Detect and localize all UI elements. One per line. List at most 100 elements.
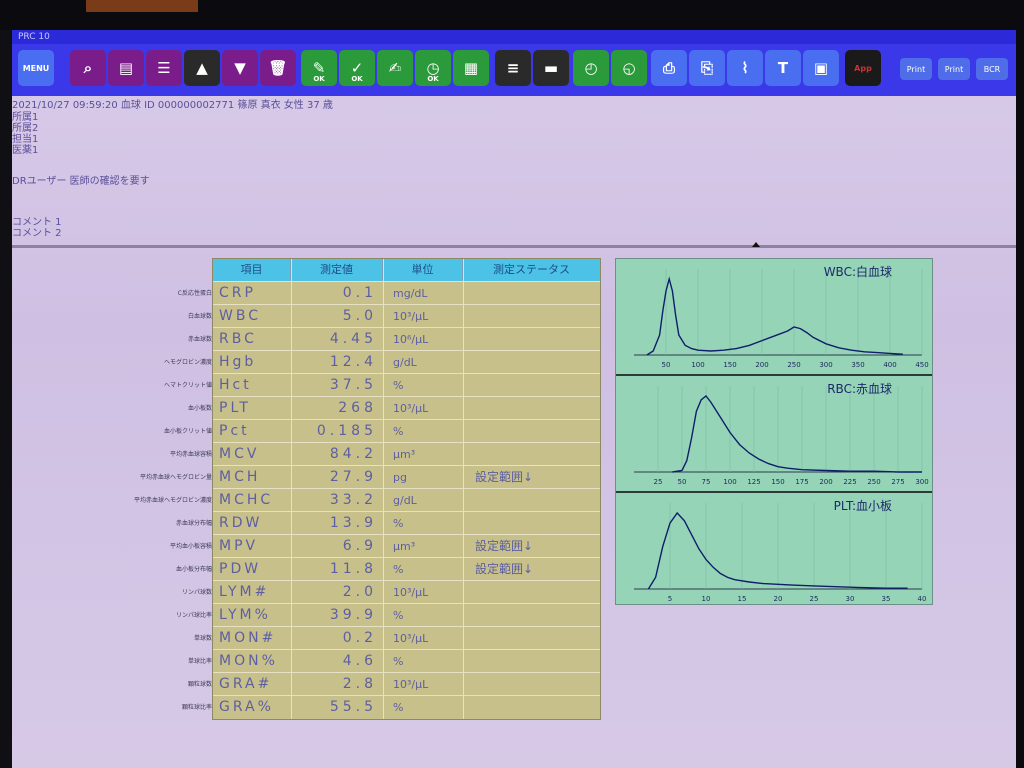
table-row[interactable]: MON# 0.2 10³/μL: [213, 626, 600, 650]
cell-item: Hct: [219, 377, 252, 393]
table-row[interactable]: MPV 6.9 μm³ 設定範囲↓: [213, 534, 600, 558]
search-button[interactable]: ⌕: [70, 50, 106, 86]
table-row[interactable]: MON% 4.6%: [213, 649, 600, 673]
pane-divider[interactable]: [12, 245, 1016, 248]
cell-value: 39.9: [329, 607, 377, 623]
cell-value: 5.0: [342, 308, 377, 324]
cell-value: 6.9: [342, 538, 377, 554]
cell-value: 2.0: [342, 584, 377, 600]
table-button[interactable]: ≡: [495, 50, 531, 86]
table-row[interactable]: MCH 27.9 pg 設定範囲↓: [213, 465, 600, 489]
table-row[interactable]: WBC 5.0 10³/μL: [213, 304, 600, 328]
cell-unit: g/dL: [393, 356, 417, 369]
cell-item: GRA%: [219, 699, 274, 715]
grid-button[interactable]: ▦: [453, 50, 489, 86]
cell-value: 2.8: [342, 676, 377, 692]
approve-button-1[interactable]: ✎ OK: [301, 50, 337, 86]
cell-status: 設定範囲↓: [475, 562, 534, 576]
table-row[interactable]: MCHC 33.2 g/dL: [213, 488, 600, 512]
histogram-tick-label: 10: [702, 595, 711, 603]
cell-item: RDW: [219, 515, 263, 531]
row-label: 平均赤血球容積: [169, 451, 212, 458]
cell-value: 55.5: [329, 699, 377, 715]
histogram-curve: [672, 395, 922, 473]
row-label: 平均赤血球ヘモグロビン量: [139, 474, 212, 481]
histogram-tick-label: 5: [668, 595, 672, 603]
table-row[interactable]: PLT 268 10³/μL: [213, 396, 600, 420]
histogram-tick-label: 225: [843, 478, 856, 486]
row-label: ヘマトクリット値: [163, 382, 212, 389]
cell-value: 0.1: [342, 285, 377, 301]
approve-1-label: OK: [313, 75, 325, 83]
delete-button[interactable]: 🗑: [260, 50, 296, 86]
divider-caret-icon: [752, 242, 760, 247]
toolbar: MENU ⌕ ▤ ☰ ▲ ▼ 🗑 ✎ OK ✓ OK ✍ ◷ OK ▦ ≡ ▬ ◴ ◵…: [12, 44, 1016, 96]
monitor-bezel-right: [1016, 0, 1024, 768]
table-row[interactable]: GRA% 55.5%: [213, 695, 600, 719]
approve-button-2[interactable]: ✓ OK: [339, 50, 375, 86]
cell-value: 4.45: [329, 331, 377, 347]
attach-button[interactable]: ⌇: [727, 50, 763, 86]
table-row[interactable]: RBC 4.45 10⁶/μL: [213, 327, 600, 351]
table-row[interactable]: LYM# 2.0 10³/μL: [213, 580, 600, 604]
trash-icon: 🗑: [268, 59, 288, 77]
cell-value: 11.8: [329, 561, 377, 577]
rbc-histogram-title: RBC:赤血球: [827, 382, 892, 396]
monitor-icon: ▤: [118, 59, 134, 77]
menu-label: MENU: [22, 63, 50, 73]
app-button[interactable]: App: [845, 50, 881, 86]
histogram-tick-label: 250: [867, 478, 880, 486]
cell-item: CRP: [219, 285, 256, 301]
cell-unit: μm³: [393, 540, 416, 553]
histogram-tick-label: 35: [882, 595, 891, 603]
histogram-tick-label: 275: [891, 478, 904, 486]
print-button-2[interactable]: Print: [900, 58, 932, 80]
cell-unit: %: [393, 517, 404, 530]
plt-histogram: 5 10 15 20 25 30 35 40 PLT:血小板: [616, 493, 932, 608]
menu-button[interactable]: MENU: [18, 50, 54, 86]
header-status: 測定ステータス: [493, 263, 570, 276]
bcr-button[interactable]: BCR: [976, 58, 1008, 80]
row-label: リンパ球数: [181, 589, 212, 596]
cell-item: MON#: [219, 630, 277, 646]
table-row[interactable]: Hct 37.5%: [213, 373, 600, 397]
print-button-3[interactable]: Print: [938, 58, 970, 80]
table-row[interactable]: MCV 84.2 μm³: [213, 442, 600, 466]
paperclip-icon: ⌇: [741, 59, 749, 77]
network-print-button[interactable]: ⎘: [689, 50, 725, 86]
time-approve-button[interactable]: ◷ OK: [415, 50, 451, 86]
row-label: 顆粒球数: [187, 681, 212, 688]
row-label: 血小板数: [187, 405, 212, 412]
print-2-label: Print: [906, 64, 926, 74]
table-row[interactable]: CRP 0.1 mg/dL: [213, 281, 600, 305]
film-button[interactable]: ▬: [533, 50, 569, 86]
header-item: 項目: [213, 259, 291, 281]
print-button[interactable]: ⎙: [651, 50, 687, 86]
cell-unit: 10³/μL: [393, 678, 429, 691]
next-button[interactable]: ▼: [222, 50, 258, 86]
timer-add-button[interactable]: ◵: [611, 50, 647, 86]
list-button[interactable]: ☰: [146, 50, 182, 86]
display-button[interactable]: ▣: [803, 50, 839, 86]
cell-unit: 10³/μL: [393, 402, 429, 415]
text-button[interactable]: T: [765, 50, 801, 86]
histogram-tick-label: 150: [723, 361, 736, 369]
edit-button[interactable]: ✍: [377, 50, 413, 86]
timer-button[interactable]: ◴: [573, 50, 609, 86]
histogram-tick-label: 400: [883, 361, 896, 369]
doctor-message: DRユーザー 医師の確認を要す: [12, 176, 150, 187]
table-row[interactable]: Hgb 12.4 g/dL: [213, 350, 600, 374]
table-row[interactable]: GRA# 2.8 10³/μL: [213, 672, 600, 696]
row-label: 赤血球数: [187, 336, 212, 343]
view-button[interactable]: ▤: [108, 50, 144, 86]
cell-item: Pct: [219, 423, 250, 439]
cell-item: RBC: [219, 331, 257, 347]
prev-button[interactable]: ▲: [184, 50, 220, 86]
histogram-tick-label: 200: [755, 361, 768, 369]
table-row[interactable]: Pct 0.185%: [213, 419, 600, 443]
cell-unit: mg/dL: [393, 287, 428, 300]
histogram-tick-label: 450: [915, 361, 928, 369]
table-row[interactable]: LYM% 39.9%: [213, 603, 600, 627]
table-row[interactable]: RDW 13.9%: [213, 511, 600, 535]
table-row[interactable]: PDW 11.8% 設定範囲↓: [213, 557, 600, 581]
